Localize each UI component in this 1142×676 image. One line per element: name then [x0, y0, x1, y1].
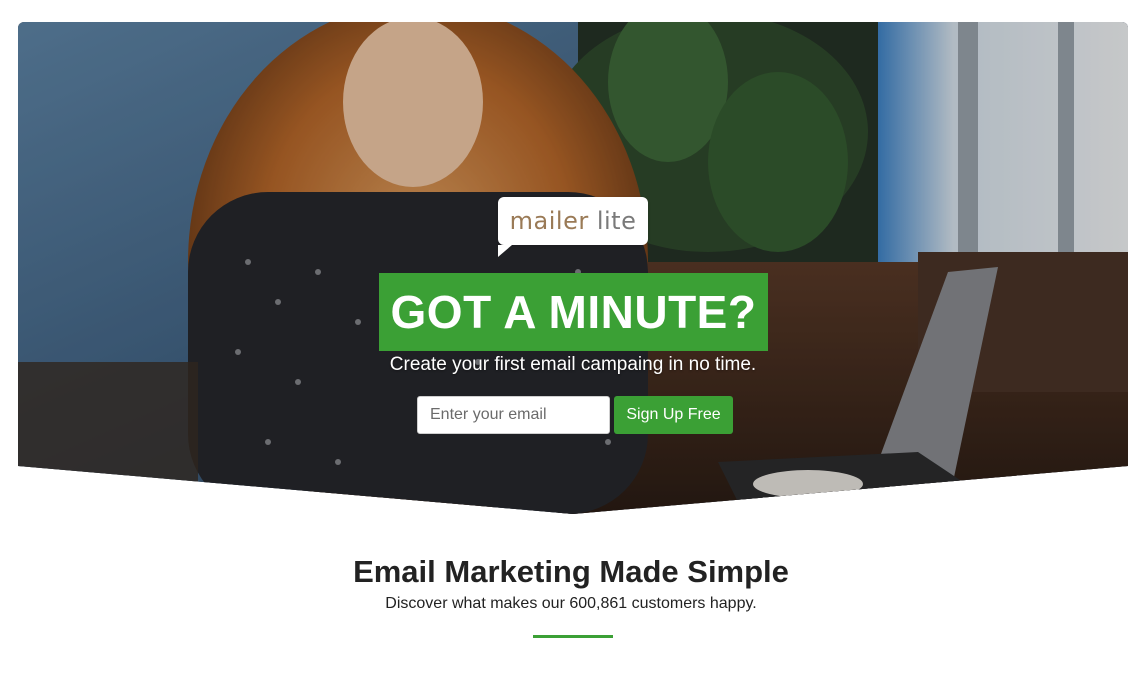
logo-lite: lite [596, 207, 637, 235]
logo-text: mailer lite [510, 207, 637, 235]
section-title: Email Marketing Made Simple [353, 554, 789, 589]
hero-subline: Create your first email campaing in no t… [389, 354, 757, 375]
headline-banner: GOT A MINUTE? [379, 273, 768, 351]
logo-mailer: mailer [509, 207, 589, 235]
email-input[interactable] [417, 396, 610, 434]
section-subtitle: Discover what makes our 600,861 customer… [385, 595, 757, 612]
hero-banner: mailer lite GOT A MINUTE? Create your fi… [18, 22, 1128, 514]
hero-overlay [18, 22, 1128, 514]
mailerlite-logo: mailer lite [498, 197, 648, 257]
landing-page: mailer lite GOT A MINUTE? Create your fi… [0, 0, 1142, 676]
accent-divider [533, 635, 613, 638]
hero-headline: GOT A MINUTE? [390, 286, 757, 338]
sign-up-button[interactable]: Sign Up Free [614, 396, 733, 434]
